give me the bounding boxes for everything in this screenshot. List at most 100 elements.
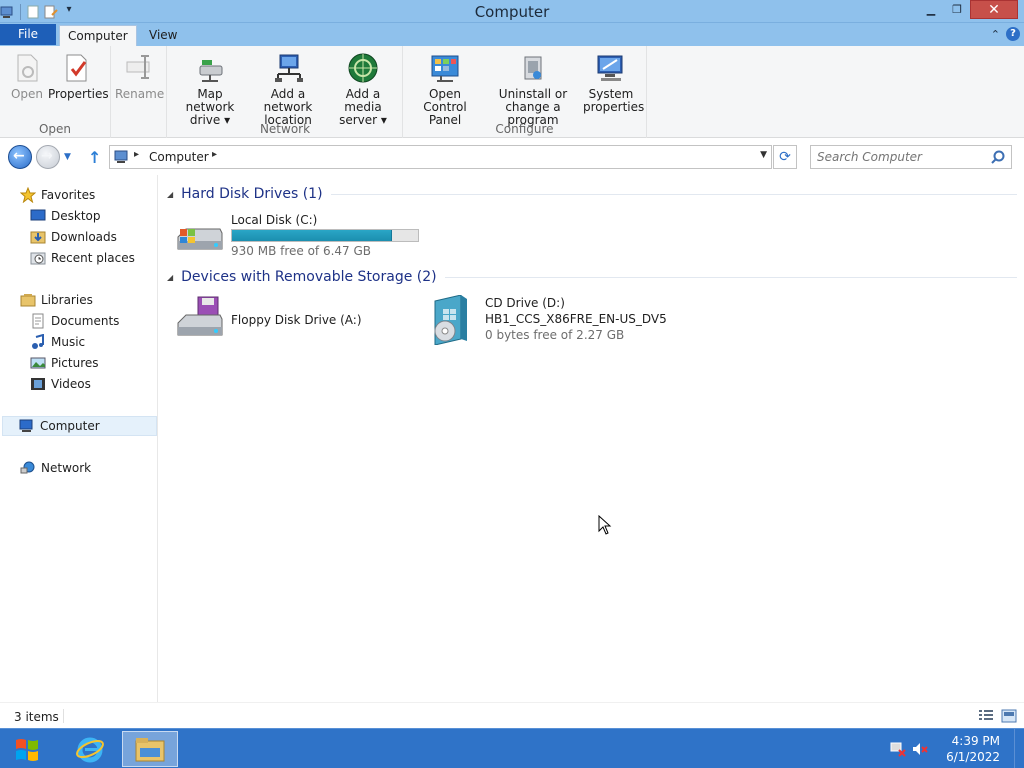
media-server-line1: Add a media <box>344 87 382 114</box>
windows-logo-icon <box>16 739 38 761</box>
system-properties-icon <box>597 55 623 81</box>
removable-group-title: Devices with Removable Storage (2) <box>181 269 437 285</box>
refresh-button[interactable]: ⟳ <box>773 145 797 169</box>
drive-local-disk[interactable]: Local Disk (C:) 930 MB free of 6.47 GB <box>176 211 426 258</box>
divider <box>330 193 1017 195</box>
forward-arrow-icon: → <box>41 148 53 164</box>
nav-downloads[interactable]: Downloads <box>30 227 117 247</box>
network-location-icon <box>275 54 303 82</box>
nav-desktop[interactable]: Desktop <box>30 206 101 226</box>
nav-favorites[interactable]: Favorites <box>20 185 95 205</box>
add-network-location-button[interactable]: Add a network location <box>248 52 328 127</box>
address-row: ← → ▼ ↑ ▸ Computer ▸ ▼ ⟳ <box>0 139 1024 175</box>
up-arrow-icon[interactable]: ↑ <box>88 148 101 167</box>
details-view-icon[interactable] <box>978 709 994 723</box>
taskbar: 4:39 PM 6/1/2022 <box>0 728 1024 768</box>
system-line1: System <box>588 87 634 101</box>
rename-icon <box>126 55 150 79</box>
drive-cd[interactable]: CD Drive (D:) HB1_CCS_X86FRE_EN-US_DV5 0… <box>431 295 691 347</box>
breadcrumb-separator-icon[interactable]: ▸ <box>212 149 217 160</box>
videos-icon <box>31 378 45 390</box>
recent-places-icon <box>30 252 46 265</box>
taskbar-internet-explorer[interactable] <box>62 731 118 767</box>
show-desktop-button[interactable] <box>1014 729 1024 768</box>
floppy-drive-icon <box>177 296 223 336</box>
hard-disk-icon <box>177 228 223 250</box>
start-button[interactable] <box>8 735 46 765</box>
add-location-line1: Add a network <box>263 87 313 114</box>
search-input[interactable] <box>817 147 987 167</box>
drive-floppy[interactable]: Floppy Disk Drive (A:) <box>176 295 416 343</box>
search-icon[interactable] <box>991 150 1005 167</box>
nav-recent-places[interactable]: Recent places <box>30 248 135 268</box>
system-properties-button[interactable]: System properties <box>583 52 644 114</box>
nav-network[interactable]: Network <box>20 458 91 478</box>
title-bar: ▾ Computer ▁ ❐ ✕ <box>0 0 1024 23</box>
content-pane: ◢ Hard Disk Drives (1) Local Disk (C:) 9… <box>159 175 1024 702</box>
recent-locations-chevron-icon[interactable]: ▼ <box>64 152 71 162</box>
cd-drive-name: CD Drive (D:) <box>485 296 565 310</box>
uninstall-program-button[interactable]: Uninstall or change a program <box>485 52 581 127</box>
libraries-icon <box>20 294 36 307</box>
close-button[interactable]: ✕ <box>970 0 1018 19</box>
maximize-button[interactable]: ❐ <box>944 0 970 19</box>
address-bar[interactable]: ▸ Computer ▸ ▼ <box>109 145 772 169</box>
breadcrumb-separator-icon[interactable]: ▸ <box>134 149 139 160</box>
ribbon-right-controls: ⌃ ? <box>991 27 1020 41</box>
open-button[interactable]: Open <box>6 52 48 101</box>
network-icon <box>20 461 35 474</box>
back-button[interactable]: ← <box>8 145 32 169</box>
tab-file[interactable]: File <box>0 24 56 45</box>
minimize-button[interactable]: ▁ <box>918 0 944 19</box>
group-header-hard-disk-drives[interactable]: ◢ Hard Disk Drives (1) <box>167 183 1017 205</box>
help-icon[interactable]: ? <box>1006 27 1020 41</box>
network-status-icon[interactable] <box>890 741 906 760</box>
hard-disk-group-title: Hard Disk Drives (1) <box>181 186 323 202</box>
nav-computer[interactable]: Computer <box>2 416 157 436</box>
disk-usage-bar <box>231 229 419 242</box>
cd-drive-icon <box>434 295 467 345</box>
add-media-server-button[interactable]: Add a media server ▾ <box>328 52 398 127</box>
mouse-cursor-icon <box>598 515 612 535</box>
local-disk-name: Local Disk (C:) <box>231 213 318 227</box>
search-box[interactable] <box>810 145 1012 169</box>
large-icons-view-icon[interactable] <box>1001 709 1017 723</box>
nav-desktop-label: Desktop <box>51 209 101 223</box>
collapse-triangle-icon[interactable]: ◢ <box>167 273 173 282</box>
clock[interactable]: 4:39 PM 6/1/2022 <box>920 733 1000 765</box>
forward-button[interactable]: → <box>36 145 60 169</box>
back-arrow-icon: ← <box>13 148 25 164</box>
address-dropdown-icon[interactable]: ▼ <box>760 150 767 160</box>
collapse-triangle-icon[interactable]: ◢ <box>167 190 173 199</box>
tab-computer[interactable]: Computer <box>59 25 137 46</box>
map-drive-line1: Map network <box>185 87 235 114</box>
desktop-icon <box>30 209 46 221</box>
open-control-panel-button[interactable]: Open Control Panel <box>407 52 483 127</box>
nav-libraries[interactable]: Libraries <box>20 290 93 310</box>
group-label-open: Open <box>38 122 72 136</box>
taskbar-file-explorer[interactable] <box>122 731 178 767</box>
window-controls: ▁ ❐ ✕ <box>918 0 1018 19</box>
star-icon <box>20 187 36 203</box>
clock-date: 6/1/2022 <box>946 750 1000 764</box>
breadcrumb-computer[interactable]: Computer <box>149 150 209 164</box>
item-count: 3 items <box>14 710 59 724</box>
map-network-drive-button[interactable]: Map network drive ▾ <box>172 52 248 127</box>
programs-icon <box>524 56 542 80</box>
nav-documents[interactable]: Documents <box>30 311 119 331</box>
open-label: Open <box>10 87 44 101</box>
properties-button[interactable]: Properties <box>48 52 109 101</box>
rename-button[interactable]: Rename <box>115 52 164 101</box>
open-icon <box>17 54 38 82</box>
nav-music-label: Music <box>51 335 86 349</box>
group-header-removable-storage[interactable]: ◢ Devices with Removable Storage (2) <box>167 266 1017 288</box>
nav-pictures[interactable]: Pictures <box>30 353 99 373</box>
ribbon-tabs: File Computer View ⌃ ? <box>0 23 1024 46</box>
nav-music[interactable]: Music <box>30 332 85 352</box>
ribbon-group-rename: Rename <box>111 46 167 138</box>
collapse-ribbon-chevron-icon[interactable]: ⌃ <box>991 28 1000 41</box>
nav-computer-label: Computer <box>40 419 100 433</box>
group-label-configure: Configure <box>495 122 554 136</box>
nav-videos[interactable]: Videos <box>30 374 91 394</box>
tab-view[interactable]: View <box>141 25 185 46</box>
